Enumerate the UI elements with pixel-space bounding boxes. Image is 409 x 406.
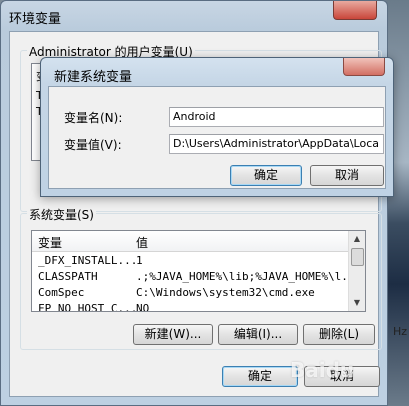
table-row[interactable]: ComSpec C:\Windows\system32\cmd.exe (32, 285, 349, 301)
table-row[interactable]: CLASSPATH .;%JAVA_HOME%\lib;%JAVA_HOME%\… (32, 269, 349, 285)
dialog-cancel-button[interactable]: 取消 (310, 165, 384, 186)
desktop-side-text: Hz (392, 325, 407, 338)
close-button[interactable] (333, 1, 377, 20)
dialog-close-button[interactable] (343, 58, 385, 76)
vertical-scrollbar[interactable]: ▲ ▼ (348, 231, 365, 311)
system-variables-list[interactable]: 变量 值 _DFX_INSTALL... 1 CLASSPATH .;%JAVA… (31, 230, 366, 312)
system-variables-group: 系统变量(S) 变量 值 _DFX_INSTALL... 1 CLASSPATH… (20, 206, 382, 350)
scroll-thumb[interactable] (351, 248, 364, 266)
baidu-watermark: Baidu (290, 358, 355, 382)
variable-name-label: 变量名(N): (64, 111, 123, 125)
system-variables-label: 系统变量(S) (27, 206, 96, 223)
new-variable-button[interactable]: 新建(W)... (133, 324, 213, 345)
window-title: 环境变量 (9, 12, 62, 27)
variable-value-input[interactable]: D:\Users\Administrator\AppData\Loca (169, 134, 384, 154)
variable-name-input[interactable]: Android (169, 107, 384, 127)
scroll-down-icon[interactable]: ▼ (349, 295, 365, 311)
new-system-variable-dialog: 新建系统变量 变量名(N): Android 变量值(V): D:\Users\… (40, 57, 394, 197)
variable-value-label: 变量值(V): (64, 138, 122, 152)
table-row[interactable]: FP_NO_HOST_C... NO (32, 301, 349, 311)
list-header: 变量 值 (32, 231, 349, 252)
ok-button[interactable]: 确定 (222, 366, 298, 387)
scroll-up-icon[interactable]: ▲ (349, 231, 365, 247)
edit-variable-button[interactable]: 编辑(I)... (218, 324, 298, 345)
dialog-client-area: 变量名(N): Android 变量值(V): D:\Users\Adminis… (48, 86, 386, 189)
dialog-ok-button[interactable]: 确定 (230, 165, 302, 186)
table-row[interactable]: _DFX_INSTALL... 1 (32, 253, 349, 269)
column-header-name[interactable]: 变量 (38, 234, 62, 251)
column-header-value[interactable]: 值 (136, 234, 148, 251)
delete-variable-button[interactable]: 删除(L) (303, 324, 375, 345)
dialog-title: 新建系统变量 (54, 70, 133, 85)
